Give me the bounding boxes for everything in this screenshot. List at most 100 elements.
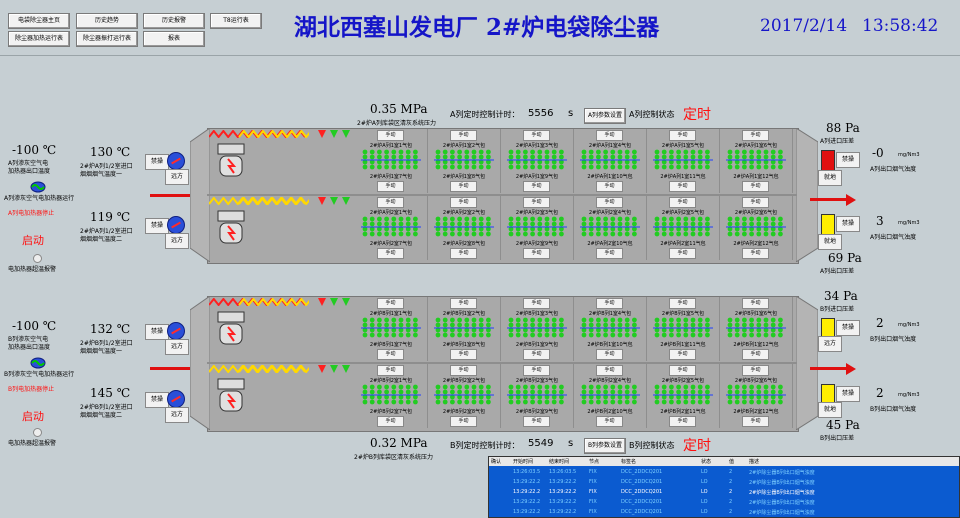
manual-button[interactable]: 手动 — [523, 298, 550, 309]
manual-button[interactable]: 手动 — [669, 298, 696, 309]
a-lower-ban-button[interactable]: 禁操 — [145, 218, 169, 234]
manual-button[interactable]: 手动 — [450, 181, 477, 192]
b-upper-ban-button[interactable]: 禁操 — [145, 324, 169, 340]
manual-button[interactable]: 手动 — [669, 181, 696, 192]
a-upper-bag-cell: 手动 2#炉A列1室2气包 2#炉A列1室8气包 手动 — [428, 129, 501, 193]
manual-button[interactable]: 手动 — [742, 130, 769, 141]
manual-button[interactable]: 手动 — [596, 365, 623, 376]
manual-button[interactable]: 手动 — [377, 181, 404, 192]
a-upper-ban-button[interactable]: 禁操 — [145, 154, 169, 170]
manual-button[interactable]: 手动 — [450, 365, 477, 376]
alarm-header-cell[interactable]: 确认 — [491, 458, 501, 465]
manual-button[interactable]: 手动 — [523, 130, 550, 141]
manual-button[interactable]: 手动 — [450, 197, 477, 208]
manual-button[interactable]: 手动 — [377, 248, 404, 259]
a-outlet-flow-arrow — [810, 198, 848, 201]
manual-button[interactable]: 手动 — [523, 248, 550, 259]
nav-button-0[interactable]: 电袋除尘器主页 — [8, 13, 70, 29]
manual-button[interactable]: 手动 — [596, 181, 623, 192]
manual-button[interactable]: 手动 — [450, 349, 477, 360]
a-upper-right-ban-button[interactable]: 禁操 — [836, 152, 860, 168]
manual-button[interactable]: 手动 — [377, 349, 404, 360]
nav-button-4[interactable]: 除尘器加热运行表 — [8, 31, 70, 47]
b-param-settings-button[interactable]: B列参数设置 — [584, 438, 626, 454]
a-lower-right-ban-button[interactable]: 禁操 — [836, 216, 860, 232]
alarm-row[interactable]: 13:29:22.2 13:29:22.2 FIX DCC_2DDCQ201 LO 2 2#… — [489, 487, 959, 497]
alarm-header-cell[interactable]: 开始时间 — [513, 458, 533, 465]
a-upper-local-button[interactable]: 就地 — [818, 170, 842, 186]
alarm-header-cell[interactable]: 值 — [729, 458, 734, 465]
manual-button[interactable]: 手动 — [742, 248, 769, 259]
manual-button[interactable]: 手动 — [742, 349, 769, 360]
manual-button[interactable]: 手动 — [742, 416, 769, 427]
manual-button[interactable]: 手动 — [669, 248, 696, 259]
a-lower-transformer-icon — [217, 210, 245, 244]
a-param-settings-button[interactable]: A列参数设置 — [584, 108, 626, 124]
alarm-row[interactable]: 13:29:22.2 13:29:22.2 FIX DCC_2DDCQ201 LO 2 2#… — [489, 477, 959, 487]
nav-button-3[interactable]: T8运行表 — [210, 13, 262, 29]
a-lower-local-button[interactable]: 就地 — [818, 234, 842, 250]
b-lower-inlet-valve-icon[interactable] — [167, 390, 185, 408]
alarm-header-cell[interactable]: 结束时间 — [549, 458, 569, 465]
alarm-header-cell[interactable]: 状态 — [701, 458, 711, 465]
b-lower-right-ban-button[interactable]: 禁操 — [836, 386, 860, 402]
b-upper-right-ban-button[interactable]: 禁操 — [836, 320, 860, 336]
nav-button-6[interactable]: 报表 — [143, 31, 205, 47]
manual-button[interactable]: 手动 — [523, 416, 550, 427]
a-upper-lamp-red — [821, 150, 835, 172]
manual-button[interactable]: 手动 — [742, 365, 769, 376]
b-lower-remote-button[interactable]: 远方 — [165, 407, 189, 423]
alarm-row[interactable]: 13:29:22.2 13:29:22.2 FIX DCC_2DDCQ201 LO 2 2#… — [489, 497, 959, 507]
manual-button[interactable]: 手动 — [377, 365, 404, 376]
nav-button-5[interactable]: 除尘器振打运行表 — [76, 31, 138, 47]
manual-button[interactable]: 手动 — [669, 365, 696, 376]
nav-button-1[interactable]: 历史趋势 — [76, 13, 138, 29]
a-lower-remote-button[interactable]: 远方 — [165, 233, 189, 249]
manual-button[interactable]: 手动 — [596, 248, 623, 259]
manual-button[interactable]: 手动 — [450, 248, 477, 259]
alarm-summary-panel[interactable]: 确认 开始时间 结束时间 节点 标签名 状态 值 描述 13:26:03.5 13:26:03.… — [488, 456, 960, 518]
manual-button[interactable]: 手动 — [523, 197, 550, 208]
manual-button[interactable]: 手动 — [596, 416, 623, 427]
manual-button[interactable]: 手动 — [596, 130, 623, 141]
b-lower-local-button[interactable]: 就地 — [818, 402, 842, 418]
a-outlet-arrow-head — [846, 194, 856, 206]
alarm-header-cell[interactable]: 描述 — [749, 458, 759, 465]
manual-button[interactable]: 手动 — [523, 181, 550, 192]
manual-button[interactable]: 手动 — [596, 349, 623, 360]
manual-button[interactable]: 手动 — [742, 197, 769, 208]
alarm-cell: DCC_2DDCQ201 — [621, 469, 663, 475]
manual-button[interactable]: 手动 — [669, 130, 696, 141]
manual-button[interactable]: 手动 — [742, 181, 769, 192]
manual-button[interactable]: 手动 — [450, 416, 477, 427]
manual-button[interactable]: 手动 — [450, 298, 477, 309]
a-heater-run-label: A列渗灰空气电加热器运行 — [4, 195, 75, 202]
nav-button-2[interactable]: 历史报警 — [143, 13, 205, 29]
manual-button[interactable]: 手动 — [742, 298, 769, 309]
manual-button[interactable]: 手动 — [377, 298, 404, 309]
a-lower-inlet-valve-icon[interactable] — [167, 216, 185, 234]
manual-button[interactable]: 手动 — [523, 365, 550, 376]
b-lower-ban-button[interactable]: 禁操 — [145, 392, 169, 408]
manual-button[interactable]: 手动 — [669, 349, 696, 360]
manual-button[interactable]: 手动 — [377, 197, 404, 208]
a-inlet-temp2-label2: 烟烟烟气温度二 — [80, 236, 123, 243]
alarm-row[interactable]: 13:29:22.2 13:29:22.2 FIX DCC_2DDCQ201 LO 2 2#… — [489, 507, 959, 517]
b-upper-remote-button-right[interactable]: 远方 — [818, 336, 842, 352]
b-upper-inlet-valve-icon[interactable] — [167, 322, 185, 340]
manual-button[interactable]: 手动 — [377, 130, 404, 141]
manual-button[interactable]: 手动 — [596, 298, 623, 309]
alarm-row[interactable]: 13:26:03.5 13:26:03.5 FIX DCC_2DDCQ201 LO 2 2#… — [489, 467, 959, 477]
alarm-cell: 2#炉除尘器B列出口烟气浊度 — [749, 500, 815, 506]
a-upper-remote-button[interactable]: 远方 — [165, 169, 189, 185]
manual-button[interactable]: 手动 — [669, 197, 696, 208]
alarm-header-cell[interactable]: 标签名 — [621, 458, 636, 465]
manual-button[interactable]: 手动 — [669, 416, 696, 427]
a-upper-inlet-valve-icon[interactable] — [167, 152, 185, 170]
manual-button[interactable]: 手动 — [596, 197, 623, 208]
b-upper-remote-button[interactable]: 远方 — [165, 339, 189, 355]
alarm-header-cell[interactable]: 节点 — [589, 458, 599, 465]
manual-button[interactable]: 手动 — [523, 349, 550, 360]
manual-button[interactable]: 手动 — [377, 416, 404, 427]
manual-button[interactable]: 手动 — [450, 130, 477, 141]
